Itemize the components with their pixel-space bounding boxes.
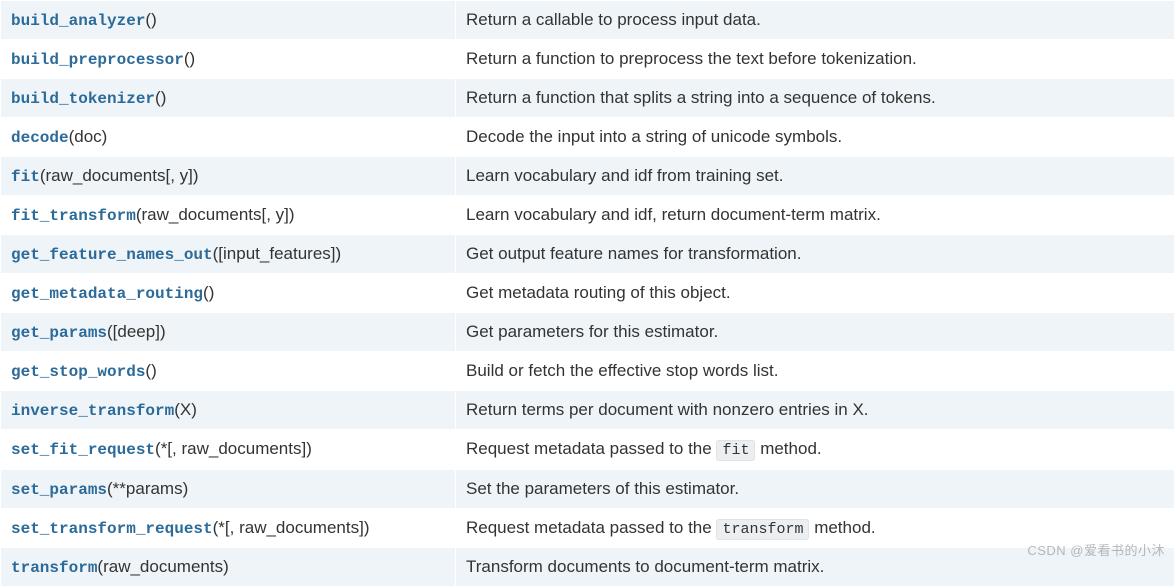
method-link[interactable]: get_metadata_routing xyxy=(11,285,203,303)
method-description: Return a function that splits a string i… xyxy=(456,79,1175,118)
table-row: get_metadata_routing()Get metadata routi… xyxy=(1,274,1175,313)
method-args: () xyxy=(155,88,166,107)
method-link[interactable]: get_params xyxy=(11,324,107,342)
method-cell: fit_transform(raw_documents[, y]) xyxy=(1,196,456,235)
method-args: () xyxy=(184,49,195,68)
method-cell: build_tokenizer() xyxy=(1,79,456,118)
method-args: ([deep]) xyxy=(107,322,166,341)
table-row: get_stop_words()Build or fetch the effec… xyxy=(1,352,1175,391)
table-row: inverse_transform(X)Return terms per doc… xyxy=(1,391,1175,430)
method-args: (raw_documents[, y]) xyxy=(40,166,199,185)
method-description: Decode the input into a string of unicod… xyxy=(456,118,1175,157)
method-cell: transform(raw_documents) xyxy=(1,548,456,587)
inline-code: transform xyxy=(716,519,809,540)
inline-code: fit xyxy=(716,440,755,461)
method-cell: get_feature_names_out([input_features]) xyxy=(1,235,456,274)
method-link[interactable]: build_tokenizer xyxy=(11,90,155,108)
method-link[interactable]: fit_transform xyxy=(11,207,136,225)
method-description: Set the parameters of this estimator. xyxy=(456,469,1175,508)
table-row: fit(raw_documents[, y])Learn vocabulary … xyxy=(1,157,1175,196)
method-args: (raw_documents[, y]) xyxy=(136,205,295,224)
method-link[interactable]: get_feature_names_out xyxy=(11,246,213,264)
method-description: Request metadata passed to the transform… xyxy=(456,508,1175,548)
method-args: ([input_features]) xyxy=(213,244,342,263)
method-link[interactable]: build_analyzer xyxy=(11,12,145,30)
method-cell: set_fit_request(*[, raw_documents]) xyxy=(1,430,456,470)
method-link[interactable]: set_fit_request xyxy=(11,441,155,459)
method-link[interactable]: transform xyxy=(11,559,97,577)
method-description: Request metadata passed to the fit metho… xyxy=(456,430,1175,470)
method-cell: get_params([deep]) xyxy=(1,313,456,352)
method-args: (**params) xyxy=(107,479,188,498)
method-args: (X) xyxy=(174,400,197,419)
method-cell: decode(doc) xyxy=(1,118,456,157)
method-args: (raw_documents) xyxy=(97,557,228,576)
method-description: Return a function to preprocess the text… xyxy=(456,40,1175,79)
table-row: set_transform_request(*[, raw_documents]… xyxy=(1,508,1175,548)
method-cell: get_stop_words() xyxy=(1,352,456,391)
table-row: build_preprocessor()Return a function to… xyxy=(1,40,1175,79)
method-link[interactable]: decode xyxy=(11,129,69,147)
method-description: Return a callable to process input data. xyxy=(456,1,1175,40)
method-description: Learn vocabulary and idf, return documen… xyxy=(456,196,1175,235)
method-args: (*[, raw_documents]) xyxy=(213,518,370,537)
methods-table: build_analyzer()Return a callable to pro… xyxy=(0,0,1175,587)
method-cell: get_metadata_routing() xyxy=(1,274,456,313)
table-row: set_params(**params)Set the parameters o… xyxy=(1,469,1175,508)
table-row: fit_transform(raw_documents[, y])Learn v… xyxy=(1,196,1175,235)
table-row: decode(doc)Decode the input into a strin… xyxy=(1,118,1175,157)
method-description: Get parameters for this estimator. xyxy=(456,313,1175,352)
method-cell: fit(raw_documents[, y]) xyxy=(1,157,456,196)
method-link[interactable]: set_params xyxy=(11,481,107,499)
method-description: Learn vocabulary and idf from training s… xyxy=(456,157,1175,196)
table-row: set_fit_request(*[, raw_documents])Reque… xyxy=(1,430,1175,470)
method-description: Get metadata routing of this object. xyxy=(456,274,1175,313)
table-row: build_analyzer()Return a callable to pro… xyxy=(1,1,1175,40)
method-args: (*[, raw_documents]) xyxy=(155,439,312,458)
method-cell: build_analyzer() xyxy=(1,1,456,40)
method-description: Return terms per document with nonzero e… xyxy=(456,391,1175,430)
method-cell: inverse_transform(X) xyxy=(1,391,456,430)
method-args: () xyxy=(145,361,156,380)
method-description: Build or fetch the effective stop words … xyxy=(456,352,1175,391)
table-row: build_tokenizer()Return a function that … xyxy=(1,79,1175,118)
method-link[interactable]: inverse_transform xyxy=(11,402,174,420)
table-row: get_feature_names_out([input_features])G… xyxy=(1,235,1175,274)
table-row: get_params([deep])Get parameters for thi… xyxy=(1,313,1175,352)
method-args: () xyxy=(203,283,214,302)
method-link[interactable]: set_transform_request xyxy=(11,520,213,538)
method-args: (doc) xyxy=(69,127,108,146)
method-args: () xyxy=(145,10,156,29)
method-description: Transform documents to document-term mat… xyxy=(456,548,1175,587)
method-cell: set_transform_request(*[, raw_documents]… xyxy=(1,508,456,548)
method-link[interactable]: build_preprocessor xyxy=(11,51,184,69)
method-cell: set_params(**params) xyxy=(1,469,456,508)
method-description: Get output feature names for transformat… xyxy=(456,235,1175,274)
method-link[interactable]: fit xyxy=(11,168,40,186)
table-row: transform(raw_documents)Transform docume… xyxy=(1,548,1175,587)
method-cell: build_preprocessor() xyxy=(1,40,456,79)
method-link[interactable]: get_stop_words xyxy=(11,363,145,381)
